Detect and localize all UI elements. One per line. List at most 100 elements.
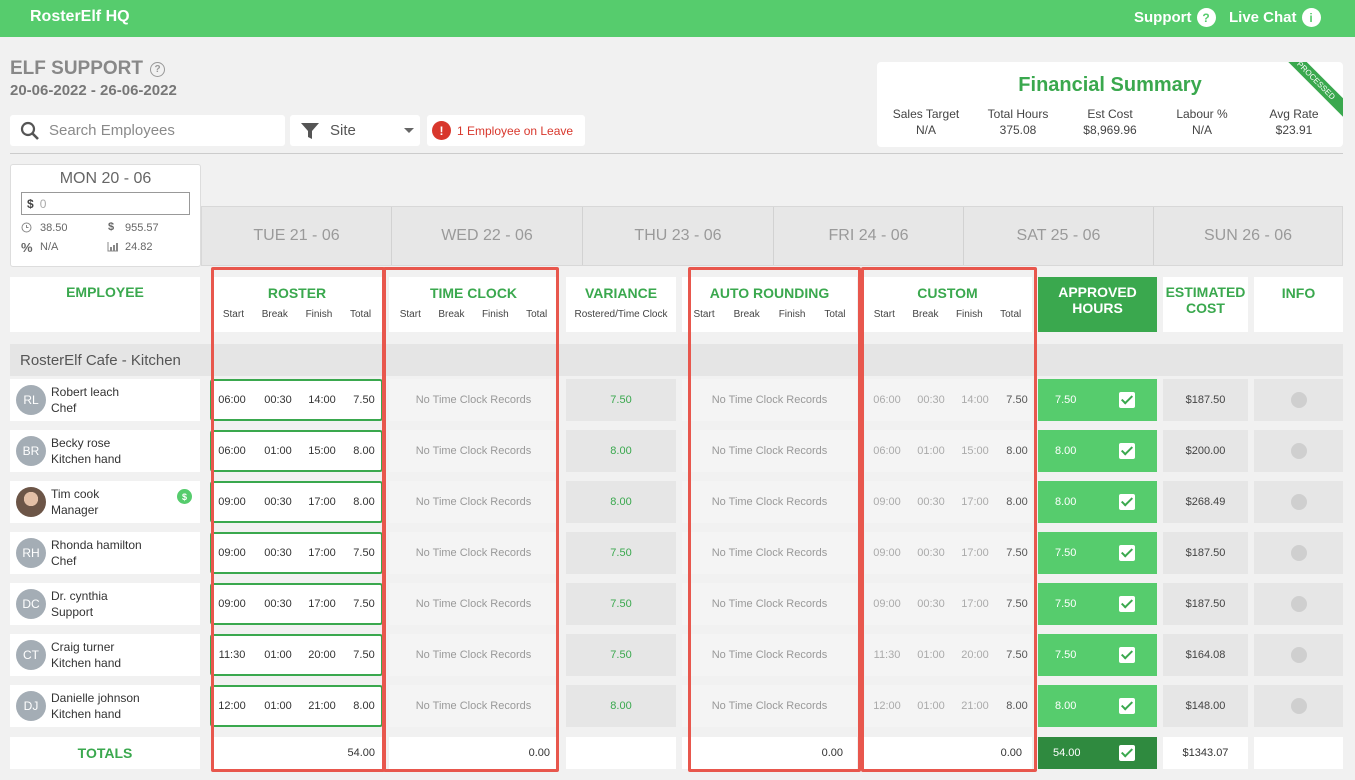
info-cell[interactable]	[1254, 379, 1343, 421]
fin-labour-pct: Labour % N/A	[1156, 106, 1248, 138]
cust-times[interactable]: 09:00 00:30 17:00 7.50	[865, 583, 1032, 625]
employee-cell[interactable]: Tim cook Manager $	[10, 481, 200, 523]
employee-cell[interactable]: CT Craig turner Kitchen hand	[10, 634, 200, 676]
roster-times[interactable]: 06:00 01:00 15:00 8.00	[210, 430, 383, 472]
comment-icon[interactable]	[1290, 545, 1307, 561]
approved-total-value: 54.00	[1053, 747, 1081, 759]
day-tab-sun[interactable]: SUN 26 - 06	[1153, 207, 1342, 265]
roster-times[interactable]: 12:00 01:00 21:00 8.00	[210, 685, 383, 727]
brand-title[interactable]: RosterElf HQ	[30, 8, 130, 26]
live-chat-link[interactable]: Live Chat i	[1229, 8, 1321, 27]
variance-sub-label: Rostered/Time Clock	[574, 309, 668, 320]
time-clock-cell[interactable]: No Time Clock Records	[389, 583, 558, 625]
approve-all-checkbox[interactable]	[1119, 745, 1135, 761]
cust-times[interactable]: 09:00 00:30 17:00 7.50	[865, 532, 1032, 574]
comment-icon[interactable]	[1290, 443, 1307, 459]
group-name: RosterElf Cafe - Kitchen	[20, 352, 181, 369]
approve-checkbox[interactable]	[1119, 392, 1135, 408]
roster-brk: 01:00	[264, 700, 292, 712]
avatar-initials: RH	[22, 546, 40, 560]
time-clock-cell[interactable]: No Time Clock Records	[389, 379, 558, 421]
comment-icon[interactable]	[1290, 392, 1307, 408]
employee-leave-alert[interactable]: ! 1 Employee on Leave	[427, 115, 585, 146]
time-clock-cell[interactable]: No Time Clock Records	[389, 532, 558, 574]
comment-icon[interactable]	[1290, 647, 1307, 663]
time-clock-cell[interactable]: No Time Clock Records	[389, 430, 558, 472]
employee-cell[interactable]: DJ Danielle johnson Kitchen hand	[10, 685, 200, 727]
info-title: INFO	[1281, 285, 1316, 301]
approved-value: 8.00	[1055, 700, 1077, 712]
approved-cell[interactable]: 8.00	[1038, 481, 1157, 523]
approve-checkbox[interactable]	[1119, 698, 1135, 714]
roster-times[interactable]: 11:30 01:00 20:00 7.50	[210, 634, 383, 676]
roster-times[interactable]: 09:00 00:30 17:00 7.50	[210, 583, 383, 625]
info-cell[interactable]	[1254, 583, 1343, 625]
roster-times[interactable]: 09:00 00:30 17:00 7.50	[210, 532, 383, 574]
time-clock-cell[interactable]: No Time Clock Records	[389, 685, 558, 727]
search-box[interactable]	[10, 115, 285, 146]
cust-times[interactable]: 06:00 01:00 15:00 8.00	[865, 430, 1032, 472]
auto-rounding-cell[interactable]: No Time Clock Records	[682, 532, 857, 574]
day-tab-sat[interactable]: SAT 25 - 06	[963, 207, 1153, 265]
approve-checkbox[interactable]	[1119, 494, 1135, 510]
comment-icon[interactable]	[1290, 596, 1307, 612]
auto-rounding-cell[interactable]: No Time Clock Records	[682, 379, 857, 421]
approve-checkbox[interactable]	[1119, 443, 1135, 459]
info-cell[interactable]	[1254, 685, 1343, 727]
time-clock-cell[interactable]: No Time Clock Records	[389, 634, 558, 676]
pay-rate-icon[interactable]: $	[177, 489, 192, 504]
day-tab-fri[interactable]: FRI 24 - 06	[773, 207, 963, 265]
employee-info: Craig turner Kitchen hand	[51, 639, 121, 671]
info-cell[interactable]	[1254, 634, 1343, 676]
day-tab-wed[interactable]: WED 22 - 06	[391, 207, 582, 265]
approved-cell[interactable]: 7.50	[1038, 583, 1157, 625]
approve-checkbox[interactable]	[1119, 647, 1135, 663]
roster-brk: 00:30	[264, 394, 292, 406]
comment-icon[interactable]	[1290, 494, 1307, 510]
search-input[interactable]	[49, 122, 269, 139]
help-icon[interactable]: ?	[150, 61, 166, 77]
site-filter[interactable]: Site	[290, 115, 420, 146]
sales-input[interactable]: $0	[21, 192, 190, 215]
day-tab-tue[interactable]: TUE 21 - 06	[202, 207, 391, 265]
day-card-monday[interactable]: MON 20 - 06 $0 38.50 $ 955.57 % N/A 24.8…	[10, 164, 201, 267]
approve-checkbox[interactable]	[1119, 596, 1135, 612]
time-clock-header: TIME CLOCK Start Break Finish Total	[389, 277, 558, 332]
approved-cell[interactable]: 7.50	[1038, 532, 1157, 574]
employee-cell[interactable]: RH Rhonda hamilton Chef	[10, 532, 200, 574]
sub-total: Total	[350, 309, 372, 320]
approved-cell[interactable]: 7.50	[1038, 379, 1157, 421]
employee-cell[interactable]: BR Becky rose Kitchen hand	[10, 430, 200, 472]
cust-times[interactable]: 09:00 00:30 17:00 8.00	[865, 481, 1032, 523]
support-link[interactable]: Support?	[1134, 8, 1216, 27]
approve-checkbox[interactable]	[1119, 545, 1135, 561]
auto-rounding-cell[interactable]: No Time Clock Records	[682, 634, 857, 676]
auto-rounding-cell[interactable]: No Time Clock Records	[682, 481, 857, 523]
cust-times[interactable]: 11:30 01:00 20:00 7.50	[865, 634, 1032, 676]
info-cell[interactable]	[1254, 532, 1343, 574]
roster-times[interactable]: 09:00 00:30 17:00 8.00	[210, 481, 383, 523]
leave-text: 1 Employee on Leave	[457, 123, 574, 138]
time-clock-cell[interactable]: No Time Clock Records	[389, 481, 558, 523]
employee-cell[interactable]: RL Robert leach Chef	[10, 379, 200, 421]
approved-cell[interactable]: 8.00	[1038, 685, 1157, 727]
roster-times[interactable]: 06:00 00:30 14:00 7.50	[210, 379, 383, 421]
cust-total: 7.50	[1006, 394, 1028, 406]
info-cell[interactable]	[1254, 481, 1343, 523]
cust-brk: 00:30	[917, 394, 945, 406]
approved-cell[interactable]: 8.00	[1038, 430, 1157, 472]
info-cell[interactable]	[1254, 430, 1343, 472]
auto-rounding-cell[interactable]: No Time Clock Records	[682, 430, 857, 472]
approved-cell[interactable]: 7.50	[1038, 634, 1157, 676]
auto-rounding-cell[interactable]: No Time Clock Records	[682, 583, 857, 625]
search-icon	[20, 121, 39, 140]
cust-times[interactable]: 12:00 01:00 21:00 8.00	[865, 685, 1032, 727]
cust-finish: 14:00	[961, 394, 989, 406]
comment-icon[interactable]	[1290, 698, 1307, 714]
auto-rounding-cell[interactable]: No Time Clock Records	[682, 685, 857, 727]
employee-cell[interactable]: DC Dr. cynthia Support	[10, 583, 200, 625]
roster-total: 8.00	[353, 700, 375, 712]
alert-icon: !	[432, 121, 451, 140]
day-tab-thu[interactable]: THU 23 - 06	[582, 207, 773, 265]
cust-times[interactable]: 06:00 00:30 14:00 7.50	[865, 379, 1032, 421]
